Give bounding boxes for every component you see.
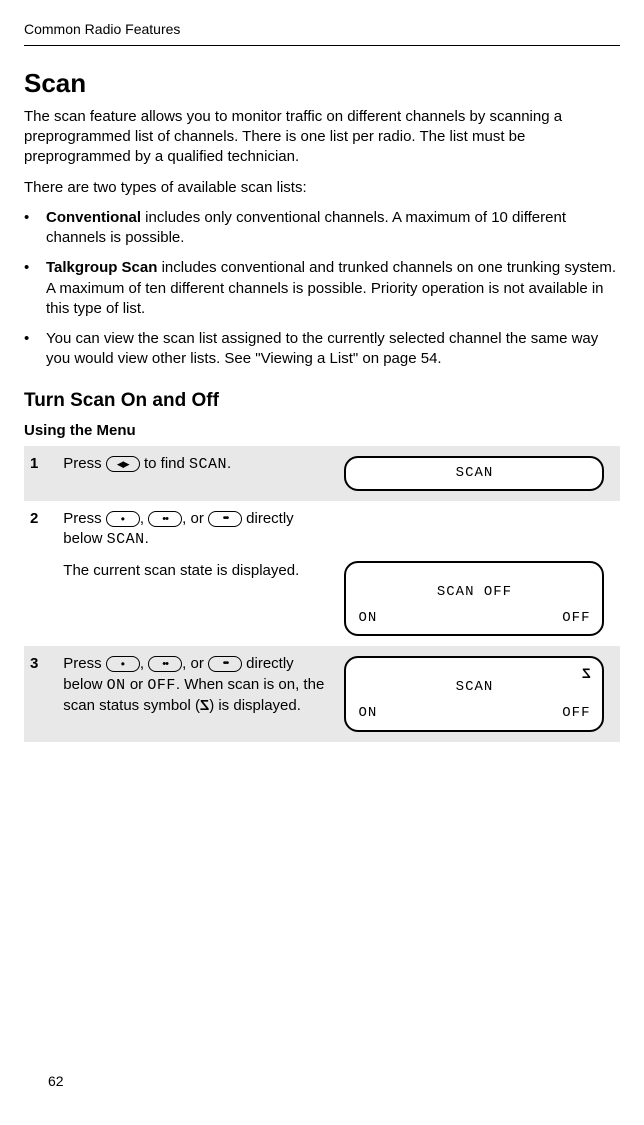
- subsection-title: Turn Scan On and Off: [24, 388, 620, 414]
- bullet-bold: Talkgroup Scan: [46, 259, 157, 276]
- table-row: 3 Press , , or directly below ON or OFF.…: [24, 646, 620, 741]
- list-item: • Conventional includes only conventiona…: [24, 208, 620, 249]
- lcd-display: Z SCAN ON OFF: [344, 656, 604, 731]
- page-header: Common Radio Features: [24, 20, 620, 39]
- step-result-text: The current scan state is displayed.: [63, 561, 332, 581]
- softkey-one-dot-icon: [106, 656, 140, 672]
- method-title: Using the Menu: [24, 421, 620, 441]
- step-display: Z SCAN ON OFF: [338, 646, 620, 741]
- step-number: 2: [24, 501, 57, 646]
- step-instruction: Press to find SCAN.: [57, 446, 338, 502]
- table-row: 1 Press to find SCAN. SCAN: [24, 446, 620, 502]
- section-title: Scan: [24, 66, 620, 101]
- bullet-bold: Conventional: [46, 209, 141, 226]
- bullet-text: You can view the scan list assigned to t…: [46, 330, 598, 367]
- section-intro: The scan feature allows you to monitor t…: [24, 107, 620, 168]
- types-lead: There are two types of available scan li…: [24, 178, 620, 198]
- nav-arrows-icon: [106, 456, 140, 472]
- list-item: • You can view the scan list assigned to…: [24, 329, 620, 370]
- step-display: SCAN: [338, 446, 620, 502]
- page-number: 62: [48, 1072, 64, 1091]
- header-rule: [24, 45, 620, 46]
- list-item: • Talkgroup Scan includes conventional a…: [24, 258, 620, 319]
- softkey-three-dot-icon: [208, 511, 242, 527]
- table-row: 2 Press , , or directly below SCAN. The …: [24, 501, 620, 646]
- lcd-display: SCAN OFF ON OFF: [344, 561, 604, 636]
- step-display: SCAN OFF ON OFF: [338, 501, 620, 646]
- step-instruction: Press , , or directly below SCAN. The cu…: [57, 501, 338, 646]
- steps-table: 1 Press to find SCAN. SCAN 2 Press , , o…: [24, 446, 620, 742]
- softkey-two-dot-icon: [148, 511, 182, 527]
- step-number: 1: [24, 446, 57, 502]
- scan-status-icon: Z: [200, 696, 209, 716]
- step-number: 3: [24, 646, 57, 741]
- softkey-three-dot-icon: [208, 656, 242, 672]
- softkey-one-dot-icon: [106, 511, 140, 527]
- bullet-list: • Conventional includes only conventiona…: [24, 208, 620, 370]
- lcd-display: SCAN: [344, 456, 604, 492]
- step-instruction: Press , , or directly below ON or OFF. W…: [57, 646, 338, 741]
- softkey-two-dot-icon: [148, 656, 182, 672]
- scan-status-icon: Z: [581, 664, 591, 684]
